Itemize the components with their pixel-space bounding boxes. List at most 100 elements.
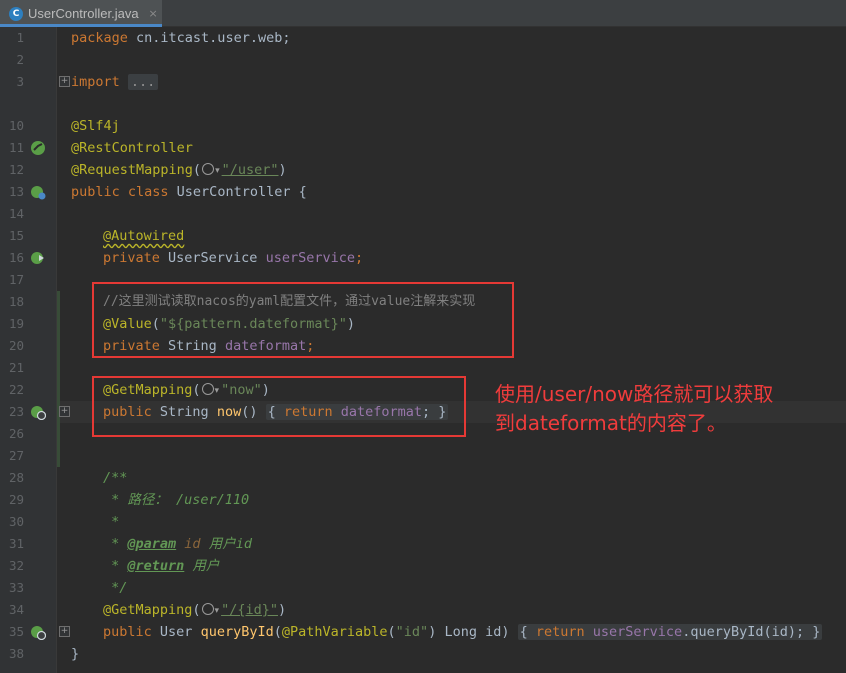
package-name: cn.itcast.user.web; (127, 30, 291, 46)
keyword: package (71, 30, 128, 46)
line-number: 14 (8, 206, 24, 221)
code-line-10: @Slf4j (71, 115, 120, 137)
fold-expand-icon[interactable]: + (59, 76, 70, 87)
line-number: 19 (8, 316, 24, 331)
doc-text: 用户id (200, 536, 252, 552)
annotation: @Autowired (103, 228, 185, 244)
line-number: 33 (8, 580, 24, 595)
type-name: UserService (159, 250, 266, 266)
annotation-line: 使用/user/now路径就可以获取 (495, 382, 774, 406)
line-number: 20 (8, 338, 24, 353)
code-line-1: package cn.itcast.user.web; (71, 27, 290, 49)
line-number: 32 (8, 558, 24, 573)
line-number: 31 (8, 536, 24, 551)
folded-imports[interactable]: ... (127, 74, 159, 90)
field-name: userService (265, 250, 355, 266)
autowired-navigate-icon[interactable] (30, 250, 46, 266)
vcs-change-marker (57, 291, 60, 467)
tab-user-controller[interactable]: C UserController.java × (0, 0, 162, 27)
code-line-30: * (103, 514, 120, 530)
string-literal: "/{id}" (221, 602, 278, 618)
code-line-33: */ (103, 580, 128, 596)
globe-icon[interactable] (201, 603, 214, 615)
folded-body[interactable]: { return userService.queryById(id); } (517, 624, 823, 640)
line-number: 1 (16, 30, 24, 45)
code-line-31: * @param id 用户id (103, 533, 252, 555)
method-call: .queryById(id); (682, 624, 805, 640)
type-name: User (151, 624, 201, 640)
doc-star: * (103, 558, 128, 574)
paren: ( (192, 602, 201, 618)
line-number: 29 (8, 492, 24, 507)
line-number: 38 (8, 646, 24, 661)
code-line-35: public User queryById(@PathVariable("id"… (103, 621, 823, 643)
fold-expand-icon[interactable]: + (59, 626, 70, 637)
code-line-11: @RestController (71, 137, 193, 159)
annotation: @RequestMapping (71, 162, 193, 178)
line-number: 28 (8, 470, 24, 485)
line-number: 21 (8, 360, 24, 375)
explanation-annotation: 使用/user/now路径就可以获取 到dateformat的内容了。 (495, 380, 845, 438)
keyword: import (71, 74, 120, 90)
annotation-line: 到dateformat的内容了。 (495, 411, 727, 435)
code-line-12: @RequestMapping( ▾ "/user") (71, 159, 287, 181)
code-line-16: private UserService userService; (103, 247, 363, 269)
highlight-box-now-endpoint (92, 376, 466, 437)
paren: ( (387, 624, 396, 640)
spring-bean-icon[interactable] (30, 184, 46, 200)
brace: } (804, 624, 821, 640)
line-number: 2 (16, 52, 24, 67)
keyword: public class (71, 184, 169, 200)
request-mapping-icon[interactable] (30, 404, 46, 420)
code-line-34: @GetMapping(▾ "/{id}") (103, 599, 286, 621)
field-name: userService (584, 624, 683, 640)
string-literal: "/user" (221, 162, 279, 178)
line-number: 30 (8, 514, 24, 529)
string-literal: "id" (395, 624, 429, 640)
keyword: private (103, 250, 160, 266)
keyword: return (535, 624, 585, 640)
highlight-box-value-injection (92, 282, 514, 358)
code-line-13: public class UserController { (71, 181, 307, 203)
line-number: 23 (8, 404, 24, 419)
line-number: 3 (16, 74, 24, 89)
paren: ( (192, 162, 202, 178)
line-number: 15 (8, 228, 24, 243)
spring-bean-icon[interactable] (30, 140, 46, 156)
annotation: @Slf4j (71, 118, 120, 134)
doc-tag: @param (127, 536, 177, 552)
code-line-28: /** (103, 470, 128, 486)
paren: ) (277, 602, 287, 618)
paren: ( (273, 624, 282, 640)
parameter-list: ) Long id) (428, 624, 518, 640)
annotation: @RestController (71, 140, 193, 156)
line-number: 18 (8, 294, 24, 309)
line-number: 17 (8, 272, 24, 287)
semicolon: ; (354, 250, 364, 266)
line-number: 34 (8, 602, 24, 617)
fold-expand-icon[interactable]: + (59, 406, 70, 417)
line-number: 22 (8, 382, 24, 397)
globe-icon[interactable] (202, 163, 215, 175)
code-line-29: * 路径： /user/110 (103, 492, 250, 508)
code-line-32: * @return 用户 (103, 555, 219, 577)
close-icon[interactable]: × (149, 7, 158, 20)
line-number: 12 (8, 162, 24, 177)
code-line-38: } (71, 646, 80, 662)
line-number-gutter: 1 2 3 10 11 12 13 14 15 16 17 18 19 20 2… (0, 27, 57, 673)
line-number: 11 (8, 140, 24, 155)
line-number: 16 (8, 250, 24, 265)
java-class-icon: C (9, 6, 23, 21)
request-mapping-icon[interactable] (30, 624, 46, 640)
chevron-down-icon[interactable]: ▾ (215, 600, 220, 622)
paren: ) (278, 162, 287, 178)
line-number: 35 (8, 624, 24, 639)
class-name: UserController { (168, 184, 307, 200)
editor-tab-bar: C UserController.java × (0, 0, 846, 27)
doc-param-name: id (176, 536, 201, 552)
method-name: queryById (200, 624, 274, 640)
line-number: 27 (8, 448, 24, 463)
doc-tag: @return (127, 558, 185, 574)
chevron-down-icon[interactable]: ▾ (215, 160, 220, 182)
code-line-3: import ... (71, 71, 159, 93)
